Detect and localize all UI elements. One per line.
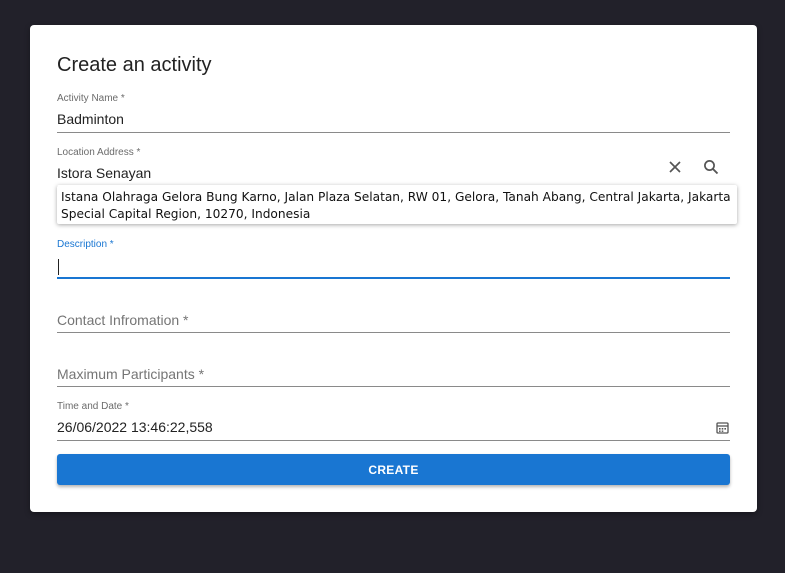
time-and-date-input[interactable]: 26/06/2022 13:46:22,558 xyxy=(57,419,213,435)
location-address-label: Location Address * xyxy=(57,147,141,158)
contact-information-field[interactable]: Contact Infromation * xyxy=(57,291,730,333)
maximum-participants-field[interactable]: Maximum Participants * xyxy=(57,345,730,387)
time-and-date-field[interactable]: Time and Date * 26/06/2022 13:46:22,558 xyxy=(57,399,730,441)
text-caret xyxy=(58,259,59,275)
location-address-field[interactable]: Location Address * Istora Senayan xyxy=(57,145,657,187)
description-field[interactable]: Description * xyxy=(57,237,730,279)
location-address-input[interactable]: Istora Senayan xyxy=(57,165,151,181)
clear-icon[interactable] xyxy=(664,156,686,178)
create-activity-card: Create an activity Activity Name * Badmi… xyxy=(30,25,757,512)
maximum-participants-placeholder: Maximum Participants * xyxy=(57,366,205,382)
activity-name-input[interactable]: Badminton xyxy=(57,111,124,127)
calendar-icon[interactable] xyxy=(711,416,733,438)
activity-name-field[interactable]: Activity Name * Badminton xyxy=(57,91,730,133)
suggestion-line-2: Special Capital Region, 10270, Indonesia xyxy=(61,207,311,221)
time-and-date-label: Time and Date * xyxy=(57,401,129,412)
suggestion-line-1: Istana Olahraga Gelora Bung Karno, Jalan… xyxy=(61,190,731,204)
create-button[interactable]: CREATE xyxy=(57,454,730,485)
description-label: Description * xyxy=(57,239,114,250)
contact-information-placeholder: Contact Infromation * xyxy=(57,312,189,328)
search-icon[interactable] xyxy=(700,156,722,178)
address-suggestion-item[interactable]: Istana Olahraga Gelora Bung Karno, Jalan… xyxy=(57,185,737,224)
activity-name-label: Activity Name * xyxy=(57,93,125,104)
page-title: Create an activity xyxy=(57,54,212,76)
